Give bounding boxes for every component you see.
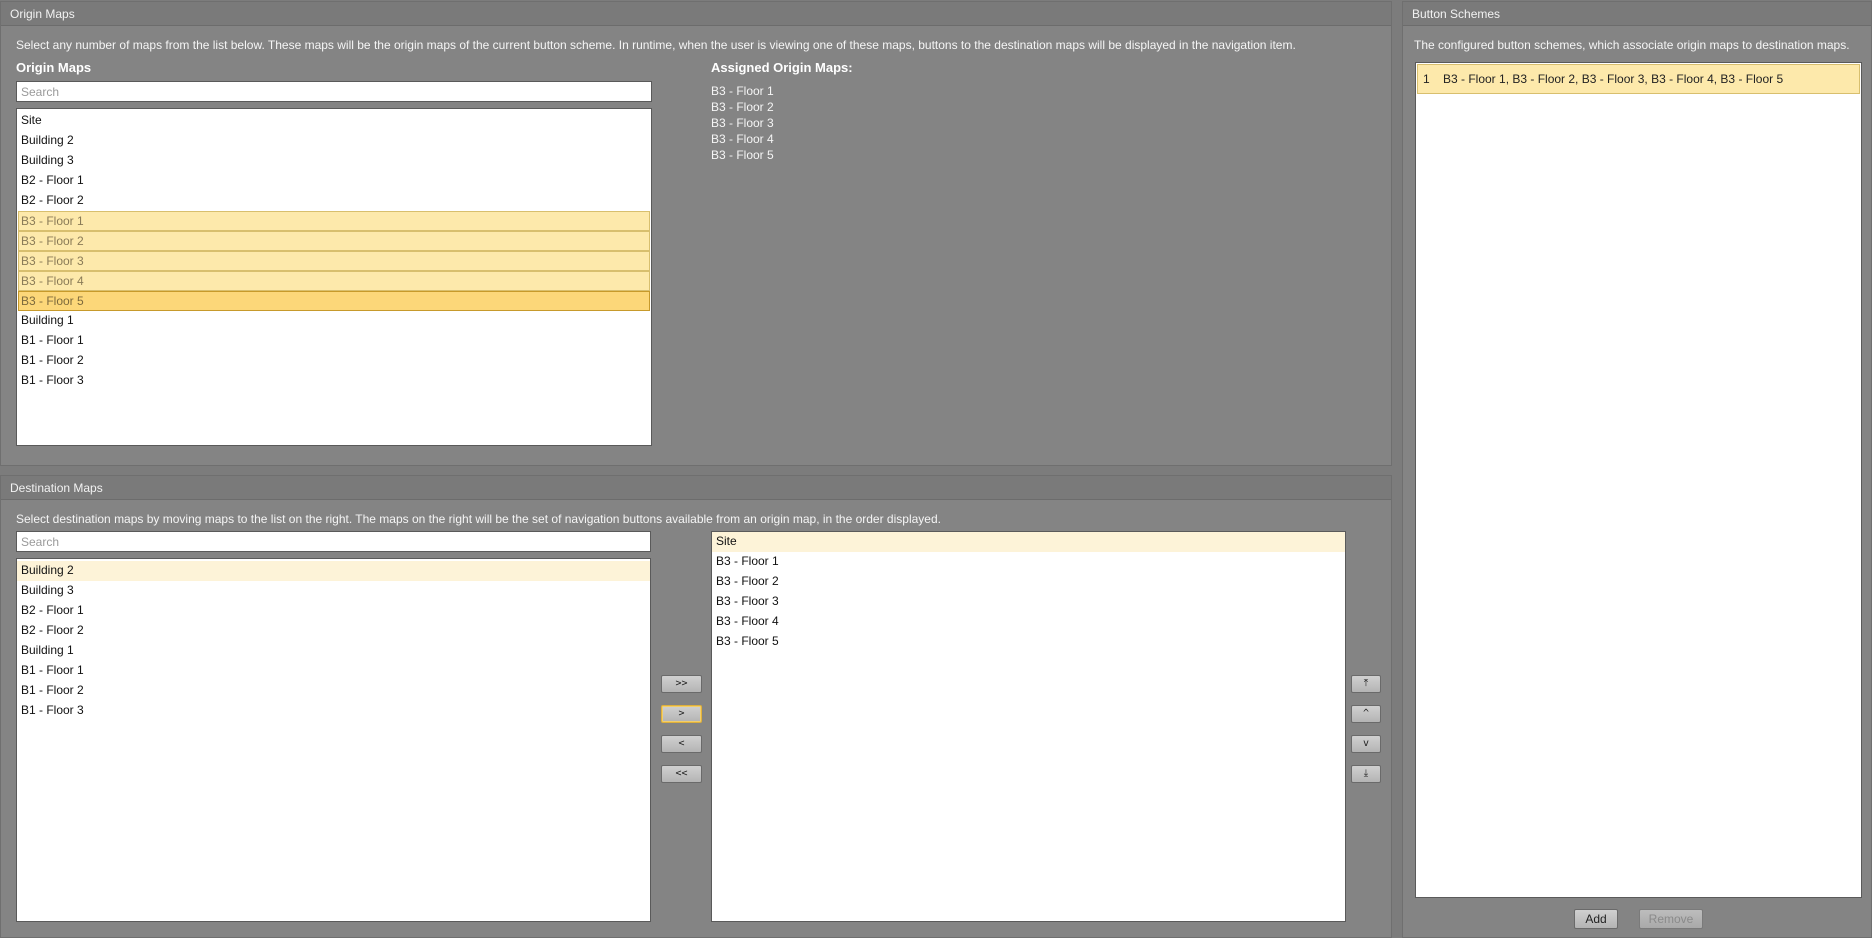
assigned-origin-item: B3 - Floor 2 <box>711 100 774 114</box>
scheme-maps: B3 - Floor 1, B3 - Floor 2, B3 - Floor 3… <box>1443 72 1784 86</box>
available-map-item[interactable]: B1 - Floor 1 <box>17 661 650 681</box>
move-down-button[interactable]: v <box>1351 735 1381 753</box>
assigned-origin-item: B3 - Floor 1 <box>711 84 774 98</box>
origin-map-item[interactable]: B1 - Floor 3 <box>17 371 651 391</box>
move-up-icon: ^ <box>1362 708 1370 719</box>
assigned-origin-item: B3 - Floor 5 <box>711 148 774 162</box>
origin-maps-heading: Origin Maps <box>16 60 92 75</box>
assigned-origin-item: B3 - Floor 3 <box>711 116 774 130</box>
origin-map-item[interactable]: Site <box>17 111 651 131</box>
selected-map-item[interactable]: B3 - Floor 3 <box>712 592 1345 612</box>
origin-maps-description: Select any number of maps from the list … <box>16 38 1296 52</box>
origin-maps-list[interactable]: Site Building 2 Building 3 B2 - Floor 1 B2 -… <box>16 108 652 446</box>
add-scheme-button[interactable]: Add <box>1574 909 1618 929</box>
origin-map-item[interactable]: Building 1 <box>17 311 651 331</box>
remove-scheme-button[interactable]: Remove <box>1639 909 1703 929</box>
destination-search-input[interactable] <box>16 531 651 552</box>
assigned-origin-heading: Assigned Origin Maps: <box>711 60 853 75</box>
selected-map-item[interactable]: B3 - Floor 1 <box>712 552 1345 572</box>
available-map-item[interactable]: Building 2 <box>17 561 650 581</box>
add-button[interactable]: > <box>661 705 702 723</box>
origin-map-item[interactable]: B1 - Floor 1 <box>17 331 651 351</box>
origin-map-item[interactable]: B2 - Floor 2 <box>17 191 651 211</box>
origin-map-item[interactable]: Building 3 <box>17 151 651 171</box>
button-schemes-description: The configured button schemes, which ass… <box>1414 38 1850 52</box>
origin-map-item[interactable]: Building 2 <box>17 131 651 151</box>
origin-map-item[interactable]: B2 - Floor 1 <box>17 171 651 191</box>
origin-map-item[interactable]: B3 - Floor 2 <box>18 231 650 251</box>
destination-maps-description: Select destination maps by moving maps t… <box>16 512 941 526</box>
button-schemes-list[interactable]: 1 B3 - Floor 1, B3 - Floor 2, B3 - Floor … <box>1415 62 1862 898</box>
available-map-item[interactable]: B1 - Floor 2 <box>17 681 650 701</box>
origin-search-input[interactable] <box>16 81 652 102</box>
destination-maps-panel: Destination Maps Select destination maps… <box>0 475 1392 938</box>
remove-button[interactable]: < <box>661 735 702 753</box>
button-schemes-panel: Button Schemes The configured button sch… <box>1402 1 1872 938</box>
selected-map-item[interactable]: Site <box>712 532 1345 552</box>
origin-map-item[interactable]: B3 - Floor 3 <box>18 251 650 271</box>
available-map-item[interactable]: B2 - Floor 2 <box>17 621 650 641</box>
available-map-item[interactable]: Building 1 <box>17 641 650 661</box>
origin-maps-panel: Origin Maps Select any number of maps fr… <box>0 1 1392 466</box>
scheme-index: 1 <box>1423 72 1430 86</box>
origin-map-item[interactable]: B1 - Floor 2 <box>17 351 651 371</box>
move-bottom-icon: ⤓ <box>1363 768 1369 779</box>
available-map-item[interactable]: B2 - Floor 1 <box>17 601 650 621</box>
origin-map-item[interactable]: B3 - Floor 5 <box>18 291 650 311</box>
move-bottom-button[interactable]: ⤓ <box>1351 765 1381 783</box>
scheme-row[interactable]: 1 B3 - Floor 1, B3 - Floor 2, B3 - Floor … <box>1417 64 1860 94</box>
move-top-button[interactable]: ⤒ <box>1351 675 1381 693</box>
available-destination-list[interactable]: Building 2 Building 3 B2 - Floor 1 B2 - Flo… <box>16 558 651 922</box>
button-schemes-panel-title: Button Schemes <box>1403 2 1871 26</box>
origin-map-item[interactable]: B3 - Floor 1 <box>18 211 650 231</box>
available-map-item[interactable]: B1 - Floor 3 <box>17 701 650 721</box>
origin-map-item[interactable]: B3 - Floor 4 <box>18 271 650 291</box>
selected-map-item[interactable]: B3 - Floor 2 <box>712 572 1345 592</box>
remove-all-button[interactable]: << <box>661 765 702 783</box>
selected-map-item[interactable]: B3 - Floor 5 <box>712 632 1345 652</box>
selected-destination-list[interactable]: Site B3 - Floor 1 B3 - Floor 2 B3 - Floor 3… <box>711 531 1346 922</box>
selected-map-item[interactable]: B3 - Floor 4 <box>712 612 1345 632</box>
move-down-icon: v <box>1362 738 1370 749</box>
assigned-origin-item: B3 - Floor 4 <box>711 132 774 146</box>
origin-maps-panel-title: Origin Maps <box>1 2 1391 26</box>
available-map-item[interactable]: Building 3 <box>17 581 650 601</box>
destination-maps-panel-title: Destination Maps <box>1 476 1391 500</box>
move-up-button[interactable]: ^ <box>1351 705 1381 723</box>
move-top-icon: ⤒ <box>1363 678 1369 689</box>
add-all-button[interactable]: >> <box>661 675 702 693</box>
